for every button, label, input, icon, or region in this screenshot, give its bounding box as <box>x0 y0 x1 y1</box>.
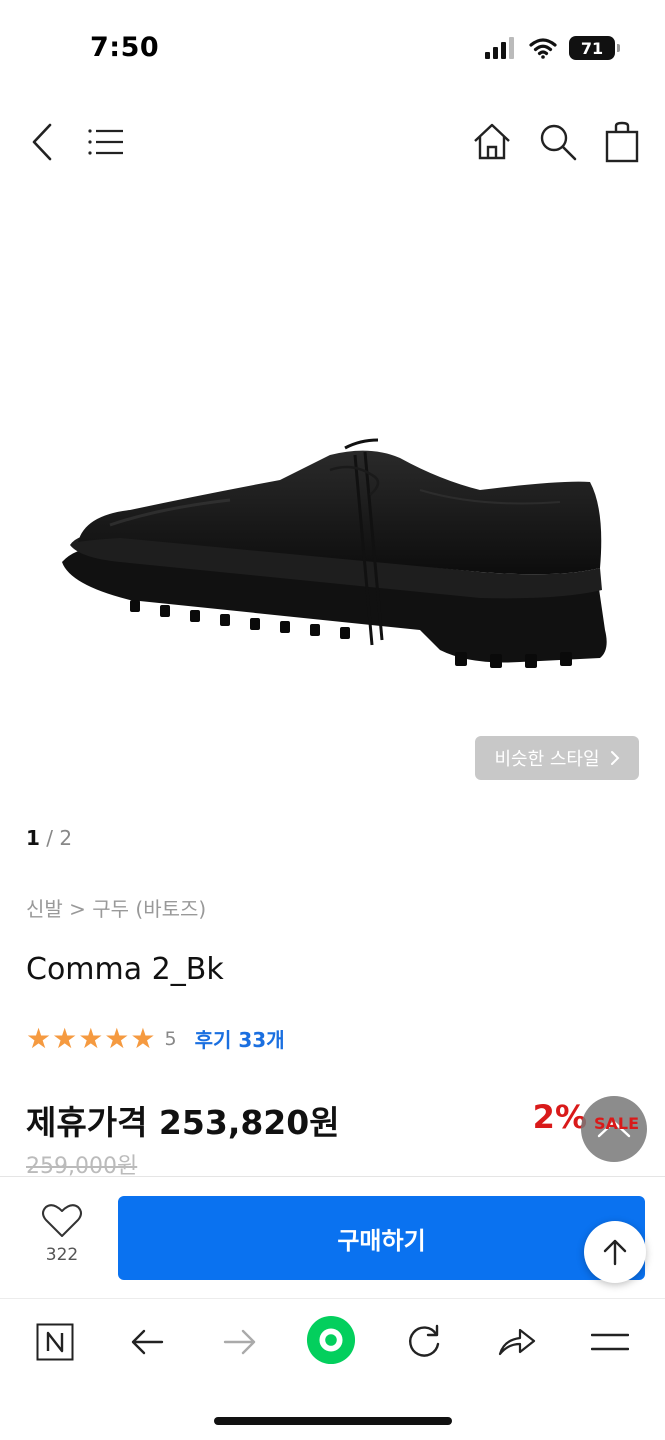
arrow-right-icon <box>223 1329 256 1355</box>
product-title: Comma 2_Bk <box>26 952 224 987</box>
home-icon <box>474 123 510 160</box>
pager-total: 2 <box>59 826 73 850</box>
top-navbar <box>0 110 665 174</box>
arrow-left-icon <box>131 1329 164 1355</box>
menu-lines-icon <box>88 129 123 155</box>
heart-icon <box>42 1204 82 1237</box>
share-button[interactable] <box>492 1317 542 1367</box>
browser-forward-button[interactable] <box>215 1317 265 1367</box>
shopping-bag-icon <box>605 121 639 163</box>
discount-rate: 2% <box>532 1098 587 1136</box>
chevron-right-icon <box>610 751 619 765</box>
pager-separator: / <box>39 826 60 850</box>
product-image-gallery[interactable]: 비슷한 스타일 <box>0 190 665 810</box>
similar-style-label: 비슷한 스타일 <box>494 749 600 770</box>
rating-stars-icon: ★★★★★ <box>26 1022 157 1055</box>
reload-icon <box>409 1324 440 1357</box>
cellular-signal-icon <box>485 37 514 59</box>
sale-tag: SALE <box>594 1114 640 1133</box>
arrow-up-icon <box>603 1239 627 1266</box>
like-count: 322 <box>45 1245 79 1265</box>
reviews-link[interactable]: 후기 33개 <box>195 1024 285 1053</box>
like-button[interactable]: 322 <box>26 1203 98 1265</box>
share-arrow-icon <box>498 1328 536 1356</box>
menu-button[interactable] <box>84 120 128 164</box>
breadcrumb[interactable]: 신발 > 구두 (바토즈) <box>26 893 206 922</box>
pager-current: 1 <box>26 826 40 850</box>
search-button[interactable] <box>536 120 580 164</box>
back-button[interactable] <box>20 120 64 164</box>
purchase-bar: 322 구매하기 <box>0 1176 665 1298</box>
green-dot-icon <box>306 1315 356 1365</box>
home-button[interactable] <box>470 120 514 164</box>
green-dot-button[interactable] <box>306 1315 356 1365</box>
browser-back-button[interactable] <box>122 1317 172 1367</box>
status-bar: 7:50 71 <box>0 0 665 100</box>
hamburger-icon <box>591 1333 629 1351</box>
battery-indicator: 71 <box>569 36 620 60</box>
reload-button[interactable] <box>399 1317 449 1367</box>
cart-button[interactable] <box>600 120 644 164</box>
home-indicator <box>214 1417 452 1425</box>
image-pager: 1 / 2 <box>26 826 72 850</box>
browser-toolbar <box>0 1298 665 1440</box>
naver-home-button[interactable] <box>30 1317 80 1367</box>
rating-score: 5 <box>164 1027 177 1050</box>
product-shoe-image <box>62 438 607 668</box>
status-time: 7:50 <box>90 32 160 63</box>
product-rating: ★★★★★ 5 후기 33개 <box>26 1022 285 1055</box>
scroll-to-top-button[interactable] <box>584 1221 646 1283</box>
naver-n-icon <box>36 1323 74 1361</box>
search-icon <box>540 124 577 161</box>
partner-price: 제휴가격 253,820원 <box>26 1103 340 1142</box>
chevron-left-icon <box>32 123 52 161</box>
browser-menu-button[interactable] <box>585 1317 635 1367</box>
status-icons: 71 <box>485 36 620 60</box>
similar-style-button[interactable]: 비슷한 스타일 <box>475 736 639 780</box>
buy-button[interactable]: 구매하기 <box>118 1196 645 1280</box>
wifi-icon <box>529 38 557 59</box>
